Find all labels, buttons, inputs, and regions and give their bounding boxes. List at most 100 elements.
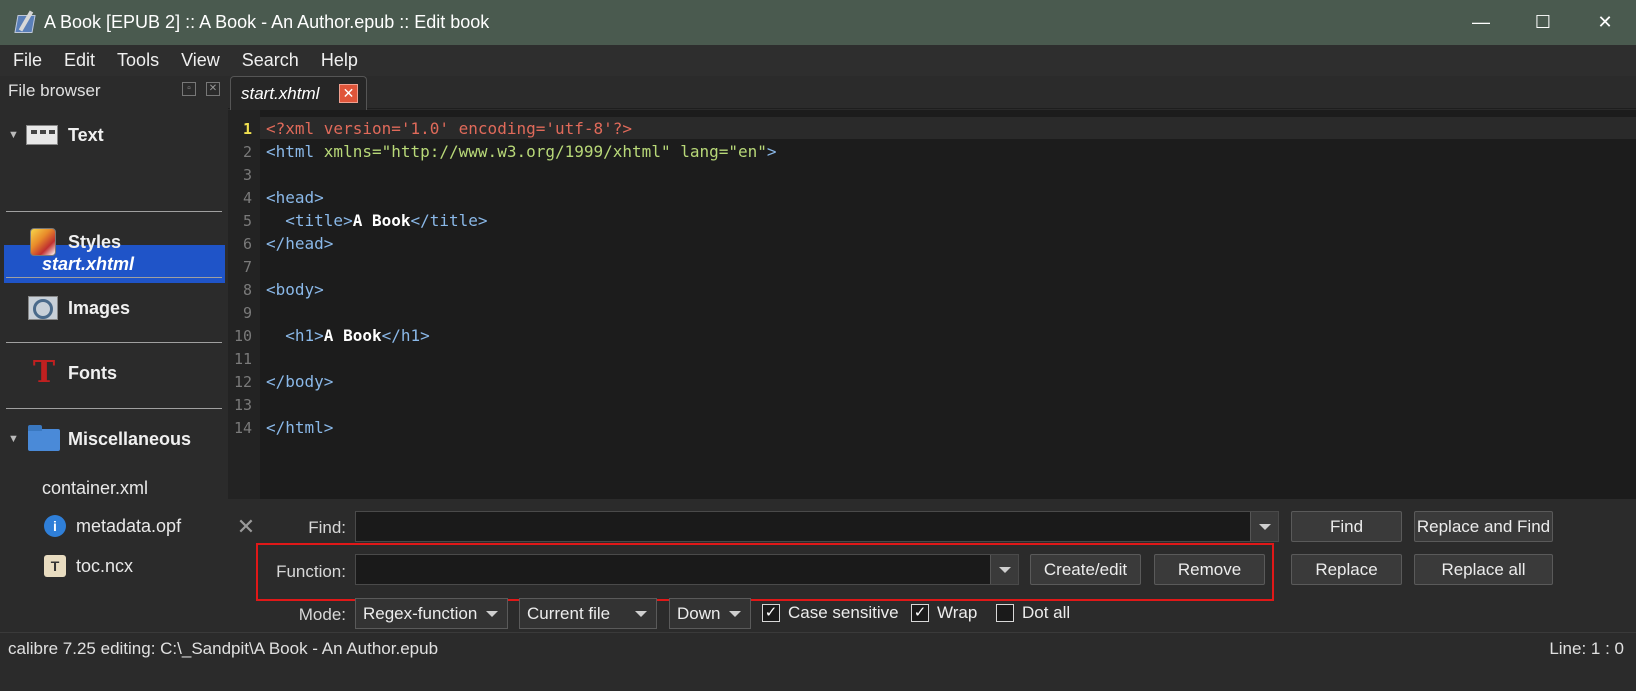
close-window-button[interactable]: ✕ xyxy=(1574,0,1636,45)
file-item-label: container.xml xyxy=(42,477,149,498)
find-label: Find: xyxy=(308,518,346,537)
chevron-down-icon xyxy=(635,611,647,617)
code-line: <?xml version='1.0' encoding='utf-8'?> xyxy=(266,119,633,138)
close-icon: ✕ xyxy=(1597,12,1613,32)
category-text-label: Text xyxy=(68,124,104,145)
file-item-toc[interactable]: T toc.ncx xyxy=(0,551,133,581)
window-title: A Book [EPUB 2] :: A Book - An Author.ep… xyxy=(44,12,490,32)
wrap-checkbox[interactable]: ✓ Wrap xyxy=(911,601,977,625)
category-misc[interactable]: ▼ Miscellaneous xyxy=(0,419,228,459)
line-number: 13 xyxy=(233,395,252,414)
menu-edit[interactable]: Edit xyxy=(55,50,104,71)
divider xyxy=(6,277,222,278)
line-number: 14 xyxy=(233,418,252,437)
code-line: </body> xyxy=(266,372,334,391)
divider xyxy=(6,408,222,409)
divider xyxy=(6,211,222,212)
checkbox-empty-icon[interactable] xyxy=(996,604,1014,622)
line-number: 3 xyxy=(242,165,252,184)
menu-view[interactable]: View xyxy=(172,50,229,71)
line-number: 10 xyxy=(233,326,252,345)
minimize-button[interactable]: — xyxy=(1450,0,1512,45)
menu-bar: File Edit Tools View Search Help xyxy=(0,45,1636,76)
line-number: 8 xyxy=(242,280,252,299)
category-styles-label: Styles xyxy=(68,231,122,252)
code-line: </head> xyxy=(266,234,334,253)
close-search-icon[interactable]: ✕ xyxy=(236,516,256,538)
code-line: <html xmlns="http://www.w3.org/1999/xhtm… xyxy=(266,142,777,161)
replace-all-button[interactable]: Replace all xyxy=(1414,554,1553,585)
code-line: <head> xyxy=(266,188,324,207)
line-number: 6 xyxy=(242,234,252,253)
mode-select[interactable]: Regex-function xyxy=(355,598,508,629)
mode-label: Mode: xyxy=(298,605,346,624)
line-number: 9 xyxy=(242,303,252,322)
menu-help[interactable]: Help xyxy=(312,50,367,71)
code-line: <h1>A Book</h1> xyxy=(266,326,430,345)
file-browser-panel: File browser ▫ ✕ ▼ Text start.xhtml Styl… xyxy=(0,76,228,659)
tab-start-xhtml[interactable]: start.xhtml ✕ xyxy=(230,76,367,110)
styles-category-icon xyxy=(26,226,60,258)
file-item-container[interactable]: container.xml xyxy=(42,473,148,503)
category-styles[interactable]: Styles xyxy=(0,222,228,262)
chevron-down-icon xyxy=(486,611,498,617)
direction-select[interactable]: Down xyxy=(669,598,751,629)
checkbox-checked-icon[interactable]: ✓ xyxy=(762,604,780,622)
code-editor[interactable]: 1 <?xml version='1.0' encoding='utf-8'?> … xyxy=(228,110,1636,499)
file-browser-header: File browser ▫ ✕ xyxy=(0,76,228,106)
find-button[interactable]: Find xyxy=(1291,511,1402,542)
line-number: 4 xyxy=(242,188,252,207)
replace-button[interactable]: Replace xyxy=(1291,554,1402,585)
float-panel-button[interactable]: ▫ xyxy=(182,82,196,96)
menu-tools[interactable]: Tools xyxy=(108,50,168,71)
scope-select[interactable]: Current file xyxy=(519,598,657,629)
chevron-down-icon xyxy=(1258,523,1271,530)
text-category-icon xyxy=(26,119,60,151)
minimize-icon: — xyxy=(1472,12,1490,32)
category-fonts[interactable]: T Fonts xyxy=(0,353,228,393)
maximize-button[interactable]: ☐ xyxy=(1512,0,1574,45)
replace-and-find-button[interactable]: Replace and Find xyxy=(1414,511,1553,542)
fonts-category-icon: T xyxy=(32,355,56,390)
code-line: </html> xyxy=(266,418,334,437)
line-number: 7 xyxy=(242,257,252,276)
toc-file-icon: T xyxy=(44,555,66,577)
close-panel-button[interactable]: ✕ xyxy=(206,82,220,96)
info-icon: i xyxy=(44,515,66,537)
file-browser-title: File browser xyxy=(8,81,101,100)
menu-file[interactable]: File xyxy=(4,50,51,71)
category-images[interactable]: Images xyxy=(0,288,228,328)
line-number: 5 xyxy=(242,211,252,230)
line-number: 1 xyxy=(242,119,252,138)
line-number: 11 xyxy=(233,349,252,368)
maximize-icon: ☐ xyxy=(1534,12,1552,32)
highlight-box xyxy=(256,543,1274,601)
file-item-label: metadata.opf xyxy=(76,515,182,536)
case-sensitive-checkbox[interactable]: ✓ Case sensitive xyxy=(762,601,899,625)
expand-arrow-icon[interactable]: ▼ xyxy=(8,433,20,445)
category-text[interactable]: ▼ Text xyxy=(0,115,228,155)
dot-all-checkbox[interactable]: Dot all xyxy=(996,601,1070,625)
folder-icon xyxy=(26,423,60,455)
window-controls: — ☐ ✕ xyxy=(1450,0,1636,45)
find-input[interactable] xyxy=(355,511,1279,542)
line-number: 12 xyxy=(233,372,252,391)
checkbox-checked-icon[interactable]: ✓ xyxy=(911,604,929,622)
find-history-dropdown[interactable] xyxy=(1250,512,1278,541)
category-misc-label: Miscellaneous xyxy=(68,428,192,449)
divider xyxy=(6,342,222,343)
status-text: calibre 7.25 editing: C:\_Sandpit\A Book… xyxy=(8,639,439,658)
line-number: 2 xyxy=(242,142,252,161)
expand-arrow-icon[interactable]: ▼ xyxy=(8,129,20,141)
images-category-icon xyxy=(26,292,60,324)
file-item-label: toc.ncx xyxy=(76,555,134,576)
menu-search[interactable]: Search xyxy=(233,50,308,71)
close-tab-icon[interactable]: ✕ xyxy=(339,84,358,103)
calibre-edit-icon xyxy=(14,9,36,36)
file-item-metadata[interactable]: i metadata.opf xyxy=(0,511,181,541)
cursor-position: Line: 1 : 0 xyxy=(1549,639,1624,658)
chevron-down-icon xyxy=(729,611,741,617)
status-bar: calibre 7.25 editing: C:\_Sandpit\A Book… xyxy=(0,632,1636,691)
editor-tab-bar: start.xhtml ✕ xyxy=(228,76,1636,110)
code-line: <body> xyxy=(266,280,324,299)
